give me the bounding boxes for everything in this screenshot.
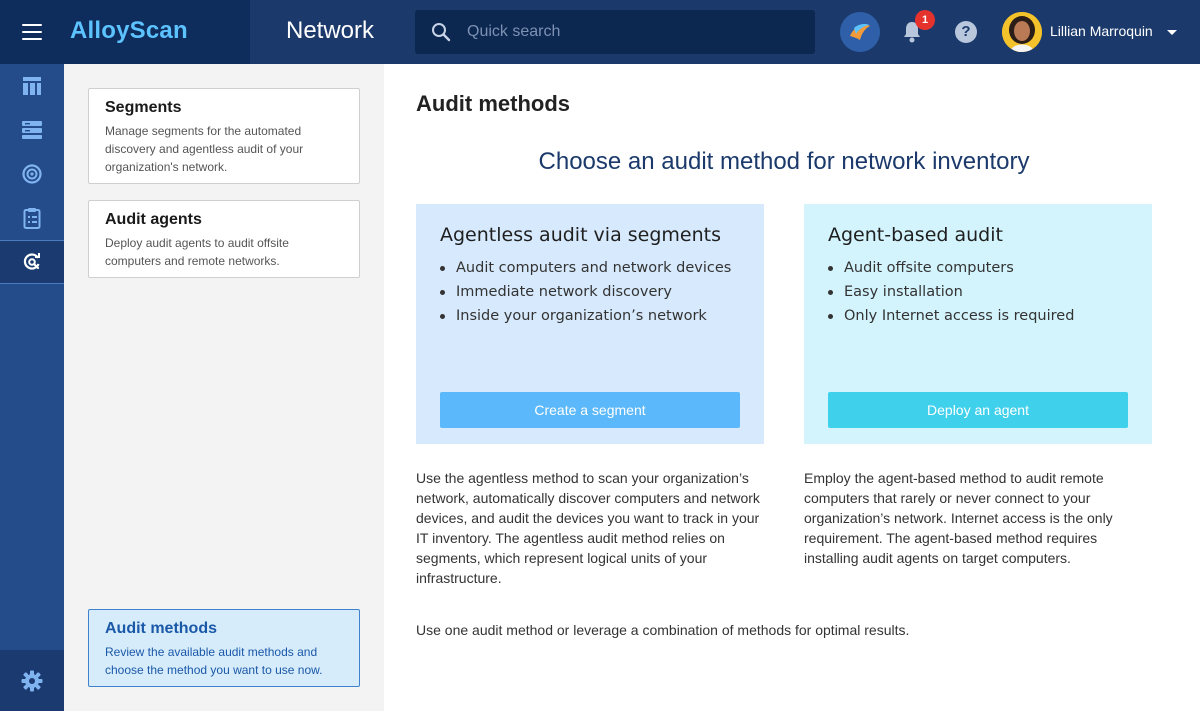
footer-note: Use one audit method or leverage a combi… bbox=[416, 622, 910, 638]
avatar[interactable] bbox=[1002, 12, 1042, 52]
list-item: Inside your organization’s network bbox=[440, 304, 740, 328]
notification-badge: 1 bbox=[915, 10, 935, 30]
brand-area: AlloyScan bbox=[0, 0, 250, 64]
inventory-icon bbox=[22, 121, 42, 139]
subnav-item-title: Segments bbox=[105, 99, 182, 116]
target-icon bbox=[22, 164, 42, 184]
subnav-item-audit-agents[interactable]: Audit agents Deploy audit agents to audi… bbox=[88, 200, 360, 278]
clipboard-icon bbox=[23, 208, 41, 229]
subnav-item-audit-methods[interactable]: Audit methods Review the available audit… bbox=[88, 609, 360, 687]
list-item: Only Internet access is required bbox=[828, 304, 1128, 328]
menu-icon[interactable] bbox=[22, 24, 42, 40]
list-item: Immediate network discovery bbox=[440, 280, 740, 304]
method-bullets: Audit computers and network devices Imme… bbox=[440, 256, 740, 328]
subnav-item-title: Audit agents bbox=[105, 211, 202, 228]
method-bullets: Audit offsite computers Easy installatio… bbox=[828, 256, 1128, 328]
rail-network-scan[interactable] bbox=[0, 240, 64, 284]
user-name[interactable]: Lillian Marroquin bbox=[1050, 23, 1153, 39]
subnav-item-segments[interactable]: Segments Manage segments for the automat… bbox=[88, 88, 360, 184]
top-bar: AlloyScan Network 1 ? Lillian Marroquin bbox=[0, 0, 1200, 64]
dashboard-icon bbox=[23, 77, 41, 95]
agent-based-description: Employ the agent-based method to audit r… bbox=[804, 470, 1113, 566]
create-segment-button[interactable]: Create a segment bbox=[440, 392, 740, 428]
rail-inventory[interactable] bbox=[0, 108, 64, 152]
subnav-panel: Segments Manage segments for the automat… bbox=[64, 64, 384, 711]
search-input[interactable] bbox=[467, 10, 797, 54]
subnav-item-title: Audit methods bbox=[105, 620, 217, 637]
app-switcher-icon[interactable] bbox=[840, 12, 880, 52]
network-scan-icon bbox=[23, 253, 40, 270]
rail-settings[interactable] bbox=[0, 650, 64, 711]
search-icon bbox=[432, 23, 451, 42]
agent-based-method-card: Agent-based audit Audit offsite computer… bbox=[804, 204, 1152, 444]
method-title: Agentless audit via segments bbox=[440, 224, 722, 246]
gear-icon bbox=[21, 670, 43, 691]
page-subtitle: Choose an audit method for network inven… bbox=[538, 148, 1030, 175]
agentless-method-card: Agentless audit via segments Audit compu… bbox=[416, 204, 764, 444]
page-title: Audit methods bbox=[416, 91, 570, 116]
help-icon[interactable]: ? bbox=[955, 21, 977, 43]
list-item: Easy installation bbox=[828, 280, 1128, 304]
chevron-down-icon[interactable] bbox=[1167, 30, 1177, 35]
list-item: Audit computers and network devices bbox=[440, 256, 740, 280]
rail-clipboard[interactable] bbox=[0, 196, 64, 240]
agentless-description: Use the agentless method to scan your or… bbox=[416, 470, 760, 586]
rail-dashboard[interactable] bbox=[0, 64, 64, 108]
subnav-item-description: Deploy audit agents to audit offsite com… bbox=[105, 236, 289, 268]
section-title: Network bbox=[286, 17, 375, 44]
subnav-item-description: Review the available audit methods and c… bbox=[105, 645, 323, 677]
brand-logo[interactable]: AlloyScan bbox=[70, 17, 188, 45]
icon-rail bbox=[0, 64, 64, 711]
main-content: Audit methods Choose an audit method for… bbox=[384, 64, 1200, 711]
subnav-item-description: Manage segments for the automated discov… bbox=[105, 124, 304, 174]
deploy-agent-button[interactable]: Deploy an agent bbox=[828, 392, 1128, 428]
method-title: Agent-based audit bbox=[828, 224, 1003, 246]
rail-target[interactable] bbox=[0, 152, 64, 196]
quick-search[interactable] bbox=[415, 10, 815, 54]
list-item: Audit offsite computers bbox=[828, 256, 1128, 280]
